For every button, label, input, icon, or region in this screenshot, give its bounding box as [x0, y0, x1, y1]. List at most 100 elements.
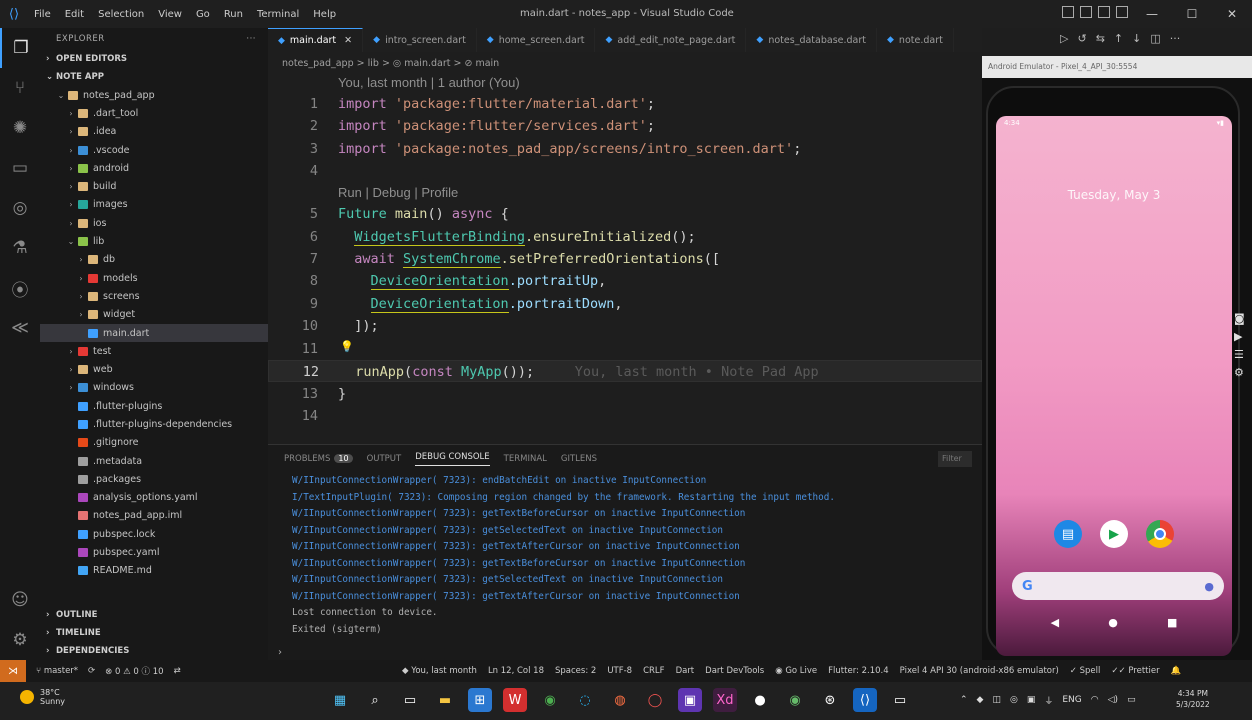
- emulator-taskbar-icon[interactable]: ▭: [888, 688, 912, 712]
- messages-app-icon[interactable]: ▤: [1054, 520, 1082, 548]
- flutter-version[interactable]: Flutter: 2.10.4: [828, 666, 888, 676]
- tab-close-icon[interactable]: ✕: [344, 35, 352, 46]
- code-editor[interactable]: You, last month | 1 author (You) 1 import…: [268, 72, 982, 444]
- folder-item[interactable]: › .idea: [40, 123, 268, 141]
- go-live[interactable]: ◉ Go Live: [775, 666, 817, 676]
- media-icon[interactable]: ⊛: [818, 688, 842, 712]
- tab-intro-screen[interactable]: ◆ intro_screen.dart: [363, 28, 477, 52]
- tray-app-icon[interactable]: ◎: [1010, 695, 1018, 705]
- menu-run[interactable]: Run: [224, 9, 243, 20]
- line-ending[interactable]: CRLF: [643, 666, 664, 676]
- folder-item[interactable]: › build: [40, 177, 268, 195]
- store-icon[interactable]: ⊞: [468, 688, 492, 712]
- dependencies-section[interactable]: › DEPENDENCIES: [40, 642, 268, 660]
- chrome-icon[interactable]: [1146, 520, 1174, 548]
- play-store-icon[interactable]: ▶: [1100, 520, 1128, 548]
- phone-screen[interactable]: 4:34 ▾▮ Tuesday, May 3 ▤ ▶ G ● ◀ ● ■: [996, 116, 1232, 656]
- tab-main-dart[interactable]: ◆ main.dart ✕: [268, 28, 364, 52]
- file-item[interactable]: main.dart: [40, 323, 268, 343]
- tray-app-icon[interactable]: ◆: [977, 695, 984, 705]
- folder-item[interactable]: › ios: [40, 214, 268, 232]
- edge-icon[interactable]: ◌: [573, 688, 597, 712]
- problems-summary[interactable]: ⊗ 0 ⚠ 0 ⓘ 10: [105, 665, 163, 677]
- history-icon[interactable]: ↺: [1077, 32, 1086, 45]
- previous-change-icon[interactable]: ↑: [1114, 32, 1123, 45]
- file-item[interactable]: notes_pad_app.iml: [40, 507, 268, 525]
- folder-item[interactable]: › db: [40, 251, 268, 269]
- split-editor-icon[interactable]: ◫: [1150, 32, 1160, 45]
- assistant-mic-icon[interactable]: ●: [1204, 580, 1214, 593]
- opera-icon[interactable]: ◯: [643, 688, 667, 712]
- menu-file[interactable]: File: [34, 9, 51, 20]
- folder-item[interactable]: ⌄ lib: [40, 232, 268, 250]
- tray-app-icon[interactable]: ◫: [992, 695, 1001, 705]
- folder-item[interactable]: › models: [40, 269, 268, 287]
- minimize-icon[interactable]: —: [1132, 0, 1172, 28]
- cursor-position[interactable]: Ln 12, Col 18: [488, 666, 544, 676]
- lightbulb-icon[interactable]: 💡: [340, 340, 354, 353]
- timeline-section[interactable]: › TIMELINE: [40, 624, 268, 642]
- file-item[interactable]: .flutter-plugins: [40, 397, 268, 415]
- menu-go[interactable]: Go: [196, 9, 210, 20]
- extended-controls-icon[interactable]: ☰: [1234, 348, 1245, 361]
- tray-overflow-icon[interactable]: ⌃: [960, 695, 968, 705]
- firefox-icon[interactable]: ◍: [608, 688, 632, 712]
- menu-view[interactable]: View: [158, 9, 182, 20]
- file-item[interactable]: .packages: [40, 470, 268, 488]
- weather-widget[interactable]: 38°C Sunny: [20, 688, 65, 706]
- file-item[interactable]: README.md: [40, 562, 268, 580]
- chrome-profile-icon[interactable]: ◉: [783, 688, 807, 712]
- tab-terminal[interactable]: TERMINAL: [504, 454, 547, 464]
- git-compare-icon[interactable]: ⇆: [1096, 32, 1105, 45]
- close-icon[interactable]: ✕: [1212, 0, 1252, 28]
- tab-debug-console[interactable]: DEBUG CONSOLE: [415, 452, 490, 466]
- file-item[interactable]: .metadata: [40, 452, 268, 470]
- more-actions-icon[interactable]: ···: [1170, 32, 1181, 45]
- folder-item[interactable]: › images: [40, 196, 268, 214]
- gitlens-icon[interactable]: ⦿: [0, 268, 40, 308]
- file-item[interactable]: pubspec.yaml: [40, 543, 268, 561]
- volume-icon[interactable]: ◁): [1108, 695, 1118, 705]
- file-item[interactable]: pubspec.lock: [40, 525, 268, 543]
- folder-item[interactable]: › test: [40, 342, 268, 360]
- tab-output[interactable]: OUTPUT: [367, 454, 402, 464]
- testing-icon[interactable]: ⚗: [0, 228, 40, 268]
- toggle-sidebar-icon[interactable]: [1062, 6, 1074, 18]
- taskbar-clock[interactable]: 4:34 PM 5/3/2022: [1176, 688, 1210, 710]
- prettier[interactable]: ✓✓ Prettier: [1111, 666, 1159, 676]
- visual-studio-icon[interactable]: ▣: [678, 688, 702, 712]
- menu-help[interactable]: Help: [313, 9, 336, 20]
- account-icon[interactable]: ☺: [0, 580, 40, 620]
- customize-layout-icon[interactable]: [1116, 6, 1128, 18]
- remote-indicator-icon[interactable]: ⋊: [0, 660, 26, 682]
- google-search-bar[interactable]: G ●: [1012, 572, 1224, 600]
- menu-terminal[interactable]: Terminal: [257, 9, 299, 20]
- tab-notes-database[interactable]: ◆ notes_database.dart: [746, 28, 877, 52]
- recents-icon[interactable]: ■: [1167, 616, 1177, 629]
- extensions-icon[interactable]: ◎: [0, 188, 40, 228]
- git-branch[interactable]: ⑂ master*: [36, 666, 78, 676]
- vscode-taskbar-icon[interactable]: ⟨⟩: [853, 688, 877, 712]
- more-actions-icon[interactable]: ···: [246, 34, 256, 44]
- settings-gear-icon[interactable]: ⚙: [0, 620, 40, 660]
- next-change-icon[interactable]: ↓: [1132, 32, 1141, 45]
- indentation[interactable]: Spaces: 2: [555, 666, 596, 676]
- project-root[interactable]: ⌄ NOTE APP: [40, 68, 268, 86]
- flutter-icon[interactable]: ≪: [0, 308, 40, 348]
- home-icon[interactable]: ●: [1108, 616, 1118, 629]
- tab-home-screen[interactable]: ◆ home_screen.dart: [477, 28, 596, 52]
- menu-edit[interactable]: Edit: [65, 9, 84, 20]
- battery-icon[interactable]: ▭: [1127, 695, 1136, 705]
- encoding[interactable]: UTF-8: [607, 666, 632, 676]
- notifications-icon[interactable]: 🔔: [1171, 666, 1182, 676]
- codelens-blame[interactable]: You, last month | 1 author (You): [338, 75, 520, 90]
- maximize-icon[interactable]: ☐: [1172, 0, 1212, 28]
- folder-item[interactable]: › .dart_tool: [40, 104, 268, 122]
- dart-devtools[interactable]: Dart DevTools: [705, 666, 764, 676]
- device-selector[interactable]: Pixel 4 API 30 (android-x86 emulator): [900, 666, 1059, 676]
- menu-selection[interactable]: Selection: [98, 9, 144, 20]
- spell-check[interactable]: ✓ Spell: [1070, 666, 1101, 676]
- search-icon[interactable]: ⌕: [363, 688, 387, 712]
- folder-item[interactable]: › .vscode: [40, 141, 268, 159]
- console-input-prompt[interactable]: ›: [278, 647, 282, 658]
